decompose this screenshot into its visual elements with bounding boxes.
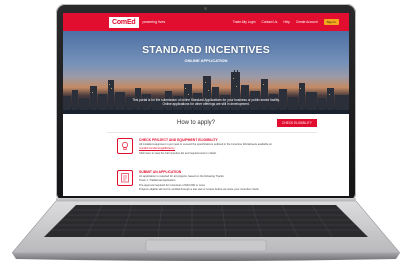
tagline: powering lives — [142, 20, 166, 24]
step-body: SUBMIT AN APPLICATION An application is … — [139, 170, 317, 192]
application-icon — [117, 170, 133, 186]
top-nav: Trade Ally Login Contact Us Help Create … — [233, 13, 339, 31]
laptop-screen: ComEd powering lives Trade Ally Login Co… — [63, 13, 349, 196]
step-text: Pre-approval required for incentives of … — [139, 183, 206, 187]
step-heading: SUBMIT AN APPLICATION — [139, 170, 182, 174]
page-title: STANDARD INCENTIVES — [142, 44, 270, 56]
city-skyline-image — [63, 70, 349, 114]
step-text: Track 1: Traditional Application — [139, 179, 176, 183]
brand[interactable]: ComEd powering lives — [109, 13, 165, 31]
webcam-icon — [204, 7, 207, 10]
lightbulb-icon — [117, 138, 133, 154]
nav-create-account[interactable]: Create Account — [296, 20, 318, 24]
step-check-eligibility: CHECK PROJECT AND EQUIPMENT ELIGIBILITY … — [107, 138, 317, 160]
hero-text-line-2: Online applications for other offerings … — [162, 102, 250, 107]
how-to-apply-row: How to apply? CHECK ELIGIBILITY — [63, 118, 349, 130]
step-text: All installed equipment must meet or exc… — [139, 142, 273, 146]
step-text: An application is required for all proje… — [139, 174, 225, 178]
page-subtitle: ONLINE APPLICATION — [184, 58, 228, 63]
divider — [107, 132, 317, 133]
step-text: Projects eligible will not be verified t… — [139, 188, 260, 192]
hero-banner: STANDARD INCENTIVES ONLINE APPLICATION T… — [63, 31, 349, 114]
nav-contact-us[interactable]: Contact Us — [262, 20, 278, 24]
how-to-apply-heading: How to apply? — [177, 120, 216, 126]
nav-help[interactable]: Help — [283, 20, 290, 24]
step-heading: CHECK PROJECT AND EQUIPMENT ELIGIBILITY — [139, 138, 218, 142]
trackpad[interactable] — [145, 239, 267, 252]
comed-logo[interactable]: ComEd — [109, 16, 139, 28]
laptop-lid: ComEd powering lives Trade Ally Login Co… — [56, 4, 356, 202]
hero-description: This portal is for the submission of onl… — [93, 98, 319, 107]
step-submit-application: SUBMIT AN APPLICATION An application is … — [107, 170, 317, 194]
main-content: How to apply? CHECK ELIGIBILITY CHECK PR… — [63, 114, 349, 196]
check-eligibility-button[interactable]: CHECK ELIGIBILITY — [277, 119, 317, 127]
site-header: ComEd powering lives Trade Ally Login Co… — [63, 13, 349, 31]
incentive-worksheets-link[interactable]: ComEd.com/EnergyEfficiency. — [139, 147, 317, 151]
sign-in-button[interactable]: Sign In — [323, 19, 339, 25]
nav-trade-ally-login[interactable]: Trade Ally Login — [233, 20, 256, 24]
laptop-base — [12, 201, 400, 263]
step-body: CHECK PROJECT AND EQUIPMENT ELIGIBILITY … — [139, 138, 317, 155]
step-text[interactable]: Click here to view the full incentive li… — [139, 152, 317, 156]
